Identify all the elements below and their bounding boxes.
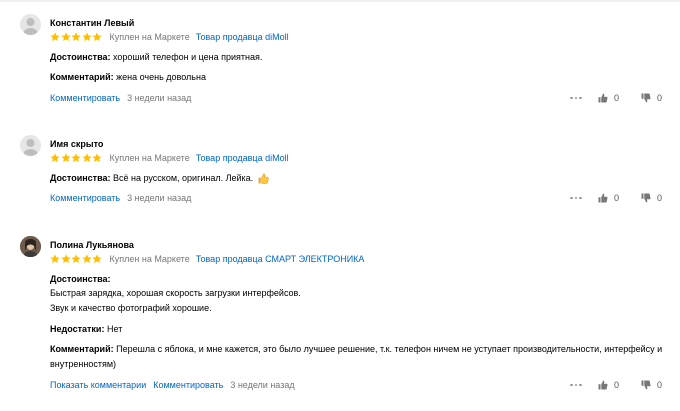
bought-on-market: Куплен на Маркете [109, 32, 190, 42]
star-icon [60, 254, 71, 263]
star-icon [50, 153, 60, 162]
like-button[interactable]: 0 [598, 193, 619, 203]
avatar [20, 135, 41, 156]
review-date: 3 недели назад [127, 93, 192, 103]
pros-label: Достоинства: [50, 274, 111, 284]
comment-button[interactable]: Комментировать [50, 193, 120, 203]
avatar [20, 14, 41, 35]
star-icon [92, 32, 102, 41]
author-name[interactable]: Имя скрыто [50, 139, 103, 149]
pros-text: Всё на русском, оригинал. Лейка. [113, 173, 254, 183]
review-actions: 0 0 [570, 193, 662, 203]
thumb-down-icon [641, 193, 651, 203]
dislike-count: 0 [656, 93, 662, 103]
star-icon [50, 32, 60, 41]
dislike-count: 0 [656, 193, 662, 203]
thumb-up-icon [598, 93, 608, 103]
pros-line: Достоинства: хороший телефон и цена прия… [50, 52, 262, 63]
comment-text: Перешла с яблока, и мне кажется, это был… [116, 344, 663, 354]
dislike-count: 0 [656, 380, 662, 390]
rating-stars [50, 153, 103, 163]
review-card: Константин Левый Куплен на Маркете Товар… [0, 14, 680, 114]
thumb-down-icon [641, 93, 651, 103]
review-footer: Комментировать 3 недели назад [50, 93, 191, 103]
more-icon[interactable] [570, 96, 584, 100]
cons-label: Недостатки: [50, 324, 105, 334]
pros-label: Достоинства: [50, 173, 111, 183]
top-divider [0, 0, 680, 2]
thumb-up-icon [598, 193, 608, 203]
review-date: 3 недели назад [230, 380, 295, 390]
dislike-button[interactable]: 0 [641, 380, 662, 390]
star-icon [50, 254, 60, 263]
review-footer: Комментировать 3 недели назад [50, 193, 191, 203]
review-card: Полина Лукьянова Куплен на Маркете Товар… [0, 236, 680, 396]
review-card: Имя скрыто Куплен на Маркете Товар прода… [0, 135, 680, 215]
thumb-down-icon [641, 380, 651, 390]
star-icon [60, 153, 71, 162]
star-icon [92, 254, 102, 263]
star-icon [81, 32, 92, 41]
review-footer: Показать комментарии Комментировать 3 не… [50, 380, 295, 390]
star-icon [92, 153, 102, 162]
bought-on-market: Куплен на Маркете [109, 153, 190, 163]
seller-link[interactable]: Товар продавца diMoll [196, 32, 289, 42]
author-name[interactable]: Константин Левый [50, 18, 134, 28]
cons-text: Нет [106, 324, 123, 334]
dislike-button[interactable]: 0 [641, 193, 662, 203]
comment-button[interactable]: Комментировать [153, 380, 223, 390]
seller-link[interactable]: Товар продавца СМАРТ ЭЛЕКТРОНИКА [196, 254, 365, 264]
comment-button[interactable]: Комментировать [50, 93, 120, 103]
seller-link[interactable]: Товар продавца diMoll [196, 153, 289, 163]
rating-stars [50, 32, 103, 42]
pros-line: Достоинства: Всё на русском, оригинал. Л… [50, 173, 269, 184]
dislike-button[interactable]: 0 [641, 93, 662, 103]
show-comments-button[interactable]: Показать комментарии [50, 380, 146, 390]
pros-text-line: Быстрая зарядка, хорошая скорость загруз… [50, 288, 301, 298]
comment-line: Комментарий: Перешла с яблока, и мне каж… [50, 344, 662, 355]
more-icon[interactable] [570, 196, 584, 200]
review-meta: Куплен на Маркете Товар продавца diMoll [50, 31, 289, 43]
star-icon [71, 32, 81, 41]
pros-text-line: Звук и качество фотографий хорошие. [50, 303, 212, 313]
comment-line: Комментарий: жена очень довольна [50, 72, 206, 83]
bought-on-market: Куплен на Маркете [109, 254, 190, 264]
star-icon [81, 254, 92, 263]
review-actions: 0 0 [570, 380, 662, 390]
star-icon [71, 153, 81, 162]
review-date: 3 недели назад [127, 193, 192, 203]
comment-label: Комментарий: [50, 72, 114, 82]
cons-line: Недостатки: Нет [50, 324, 122, 335]
author-name[interactable]: Полина Лукьянова [50, 240, 134, 250]
like-button[interactable]: 0 [598, 380, 619, 390]
thumbs-up-emoji-icon [258, 173, 269, 184]
comment-label: Комментарий: [50, 344, 114, 354]
comment-text-line: внутренностям) [50, 359, 117, 369]
comment-text: жена очень довольна [116, 72, 206, 82]
thumb-up-icon [598, 380, 608, 390]
star-icon [81, 153, 92, 162]
like-count: 0 [613, 93, 619, 103]
more-icon[interactable] [570, 383, 584, 387]
like-button[interactable]: 0 [598, 93, 619, 103]
star-icon [71, 254, 81, 263]
review-actions: 0 0 [570, 93, 662, 103]
star-icon [60, 32, 71, 41]
like-count: 0 [613, 380, 619, 390]
like-count: 0 [613, 193, 619, 203]
review-meta: Куплен на Маркете Товар продавца diMoll [50, 152, 289, 164]
rating-stars [50, 254, 103, 264]
avatar [20, 236, 41, 257]
pros-label: Достоинства: [50, 52, 111, 62]
review-meta: Куплен на Маркете Товар продавца СМАРТ Э… [50, 253, 364, 265]
pros-text: хороший телефон и цена приятная. [113, 52, 263, 62]
